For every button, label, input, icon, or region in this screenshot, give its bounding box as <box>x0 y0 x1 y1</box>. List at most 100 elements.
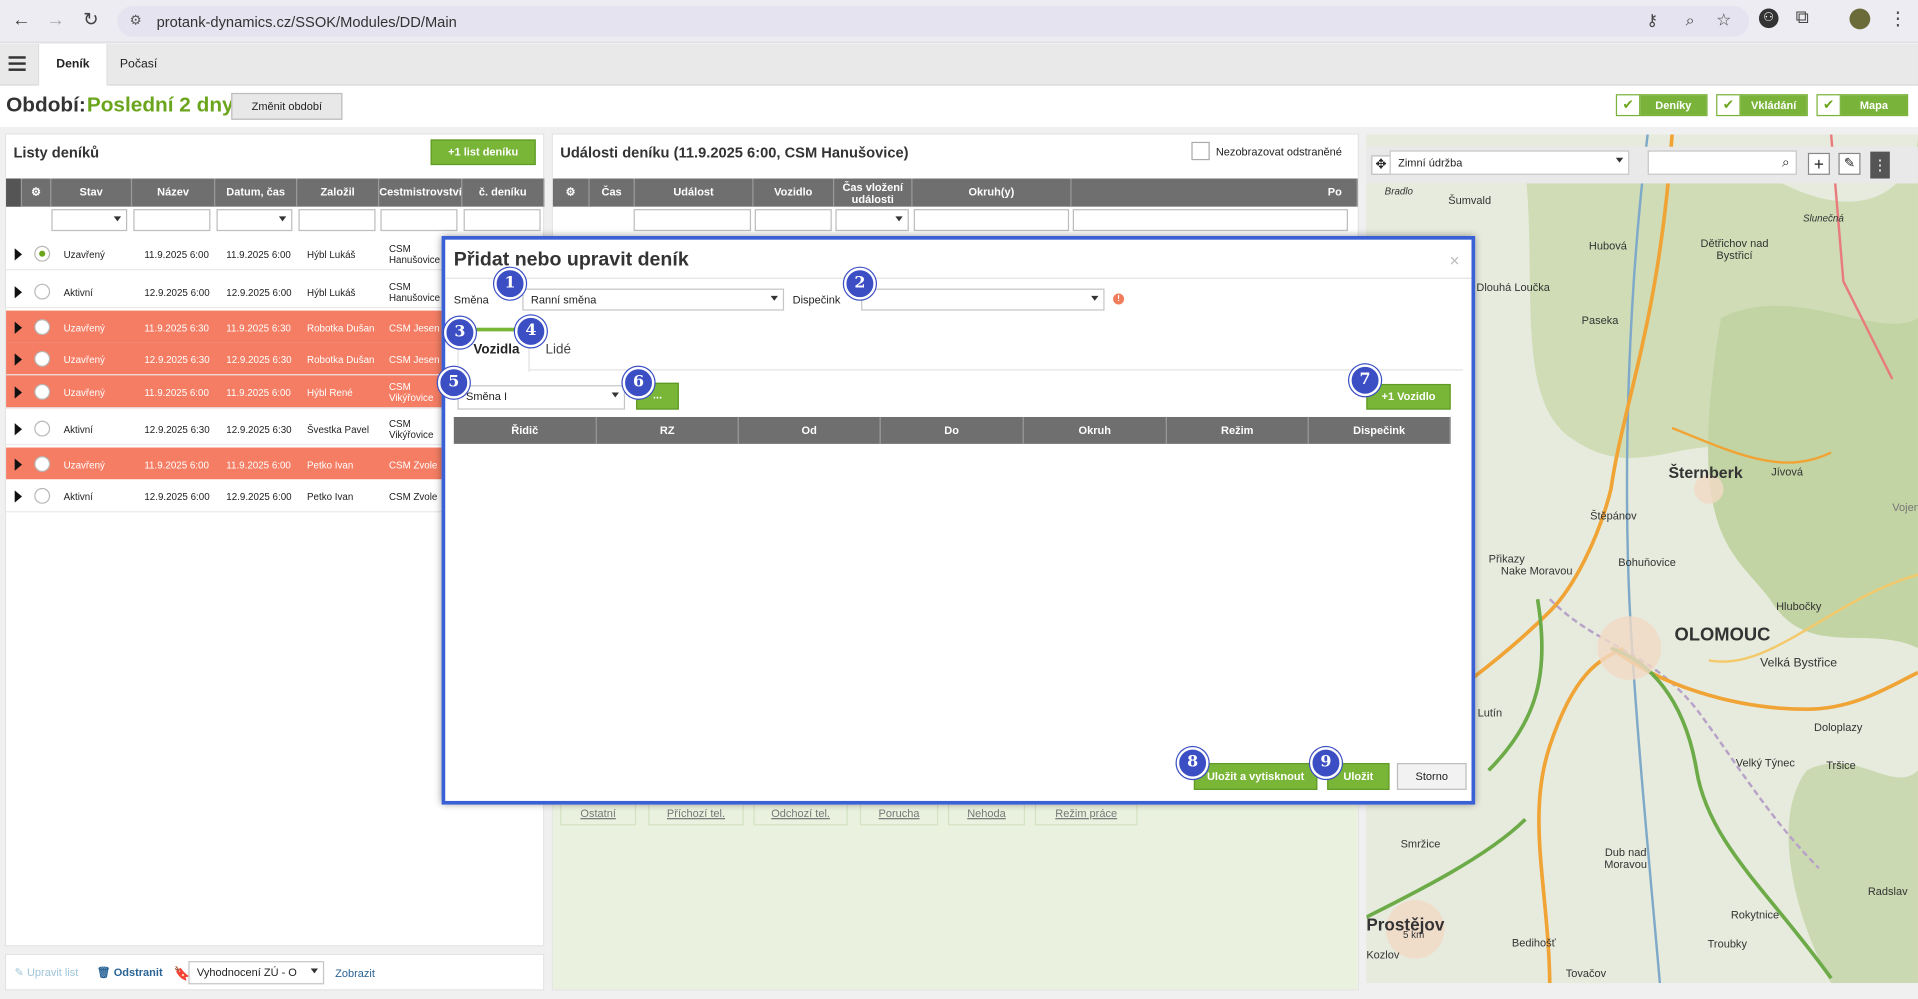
star-icon[interactable]: ☆ <box>1716 10 1731 31</box>
filter-stav[interactable] <box>51 209 128 232</box>
quick-porucha-button[interactable]: Porucha <box>859 802 939 826</box>
shift-select[interactable]: Ranní směna <box>522 288 785 311</box>
search-icon[interactable]: ⌕ <box>1782 153 1790 173</box>
filter-nazev[interactable] <box>133 209 211 232</box>
forward-icon[interactable]: → <box>46 10 64 31</box>
settings-gear-icon[interactable]: ⚙ <box>22 178 52 207</box>
quick-prichozi-button[interactable]: Příchozí tel. <box>648 802 744 826</box>
shift-group-select[interactable]: Směna I <box>457 385 626 410</box>
filter-cislo[interactable] <box>463 209 541 232</box>
tab-pocasi[interactable]: Počasí <box>103 44 175 86</box>
hide-removed-checkbox[interactable] <box>1191 141 1210 161</box>
add-journal-button[interactable]: +1 list deníku <box>430 139 536 166</box>
expand-arrow-icon[interactable] <box>14 248 23 261</box>
row-radio[interactable] <box>34 319 51 336</box>
move-icon[interactable]: ✥ <box>1371 155 1391 175</box>
quick-rezim-button[interactable]: Režim práce <box>1034 802 1138 826</box>
tab-denik[interactable]: Deník <box>37 44 108 86</box>
filter-po[interactable] <box>1072 209 1348 232</box>
dispatcher-select[interactable] <box>861 288 1105 311</box>
edit-journal-link[interactable]: ✎ Upravit list <box>15 966 79 979</box>
expand-arrow-icon[interactable] <box>14 286 23 299</box>
quick-ostatni-button[interactable]: Ostatní <box>560 802 637 826</box>
report-select[interactable]: Vyhodnocení ZÚ - O <box>188 961 325 985</box>
back-icon[interactable]: ← <box>12 10 30 31</box>
filter-cestmistrovstvi[interactable] <box>380 209 458 232</box>
col-cas[interactable]: Čas <box>590 178 635 207</box>
expand-arrow-icon[interactable] <box>14 490 23 503</box>
events-settings-gear-icon[interactable]: ⚙ <box>553 178 590 207</box>
extension-icon[interactable]: ⚇ <box>1758 8 1779 29</box>
toggle-deniky[interactable]: ✔ Deníky <box>1615 94 1708 117</box>
filter-cas-vlozeni[interactable] <box>835 209 909 232</box>
col-dispecink[interactable]: Dispečink <box>1308 416 1451 444</box>
edit-icon[interactable]: ✎ <box>1838 152 1861 175</box>
col-stav[interactable]: Stav <box>51 178 133 207</box>
row-radio[interactable] <box>34 456 51 473</box>
more-menu-icon[interactable]: ⋮ <box>1889 7 1907 30</box>
map-place: Bedihošť <box>1511 936 1556 949</box>
col-od[interactable]: Od <box>738 416 881 444</box>
col-okruhy[interactable]: Okruh(y) <box>913 178 1072 207</box>
col-cas-vlozeni[interactable]: Čas vložení události <box>834 178 913 207</box>
tab-vozidla-label: Vozidla <box>473 342 520 358</box>
change-period-button[interactable]: Změnit období <box>231 92 343 120</box>
toggle-vkladani[interactable]: ✔ Vkládání <box>1716 94 1808 117</box>
add-icon[interactable]: + <box>1807 152 1830 175</box>
col-po[interactable]: Po <box>1072 178 1358 207</box>
key-icon[interactable]: ⚷ <box>1646 11 1658 31</box>
expand-arrow-icon[interactable] <box>14 458 23 471</box>
map-search-input[interactable]: ⌕ <box>1647 150 1797 175</box>
toggle-mapa[interactable]: ✔ Mapa <box>1816 94 1909 117</box>
row-state: Aktivní <box>63 287 93 299</box>
remove-journal-link[interactable]: 🗑 Odstranit <box>97 966 163 979</box>
col-cestmistrovstvi[interactable]: Cestmistrovství <box>379 178 463 207</box>
reload-icon[interactable]: ↻ <box>83 10 98 31</box>
hamburger-menu-icon[interactable] <box>8 56 26 59</box>
row-radio[interactable] <box>34 245 51 262</box>
row-radio[interactable] <box>34 350 51 367</box>
cancel-button[interactable]: Storno <box>1396 763 1467 790</box>
puzzle-icon[interactable]: ⧉ <box>1796 7 1809 28</box>
col-okruh[interactable]: Okruh <box>1023 416 1167 444</box>
expand-arrow-icon[interactable] <box>14 321 23 334</box>
filter-zalozil[interactable] <box>298 209 376 232</box>
row-radio[interactable] <box>34 383 51 400</box>
col-cislo[interactable]: č. deníku <box>462 178 545 207</box>
filter-vozidlo[interactable] <box>754 209 832 232</box>
quick-nehoda-button[interactable]: Nehoda <box>947 802 1026 826</box>
row-radio[interactable] <box>34 420 51 437</box>
save-print-button[interactable]: Uložit a vytisknout <box>1193 763 1318 790</box>
col-udalost[interactable]: Událost <box>635 178 754 207</box>
map-layer-select[interactable]: Zimní údržba <box>1389 150 1630 175</box>
avatar[interactable] <box>1849 8 1871 30</box>
close-icon[interactable]: × <box>1449 251 1459 271</box>
col-do[interactable]: Do <box>880 416 1024 444</box>
col-ridic[interactable]: Řidič <box>453 416 597 444</box>
row-radio[interactable] <box>34 283 51 300</box>
col-rz[interactable]: RZ <box>596 416 739 444</box>
show-report-link[interactable]: Zobrazit <box>335 967 375 979</box>
address-bar[interactable]: ⚙ protank-dynamics.cz/SSOK/Modules/DD/Ma… <box>117 6 1750 37</box>
tab-lide[interactable]: Lidé <box>546 342 571 357</box>
chevron-down-icon <box>1615 157 1624 163</box>
quick-odchozi-button[interactable]: Odchozí tel. <box>753 802 848 826</box>
map-place: Paseka <box>1581 314 1619 327</box>
filter-datum[interactable] <box>216 209 293 232</box>
col-datum[interactable]: Datum, čas <box>215 178 298 207</box>
filter-udalost[interactable] <box>633 209 752 232</box>
col-zalozil[interactable]: Založil <box>297 178 380 207</box>
zoom-icon[interactable]: ⌕ <box>1686 11 1695 31</box>
expand-arrow-icon[interactable] <box>14 386 23 399</box>
map-menu-icon[interactable]: ⋮ <box>1870 151 1890 179</box>
col-vozidlo[interactable]: Vozidlo <box>753 178 835 207</box>
expand-arrow-icon[interactable] <box>14 353 23 366</box>
expand-arrow-icon[interactable] <box>14 423 23 436</box>
map-place: Dub nad Moravou <box>1604 846 1648 871</box>
row-radio[interactable] <box>34 487 51 504</box>
site-info-icon[interactable]: ⚙ <box>130 12 142 28</box>
filter-okruhy[interactable] <box>913 209 1070 232</box>
col-rezim[interactable]: Režim <box>1166 416 1309 444</box>
chevron-down-icon <box>1091 295 1099 301</box>
col-nazev[interactable]: Název <box>132 178 216 207</box>
